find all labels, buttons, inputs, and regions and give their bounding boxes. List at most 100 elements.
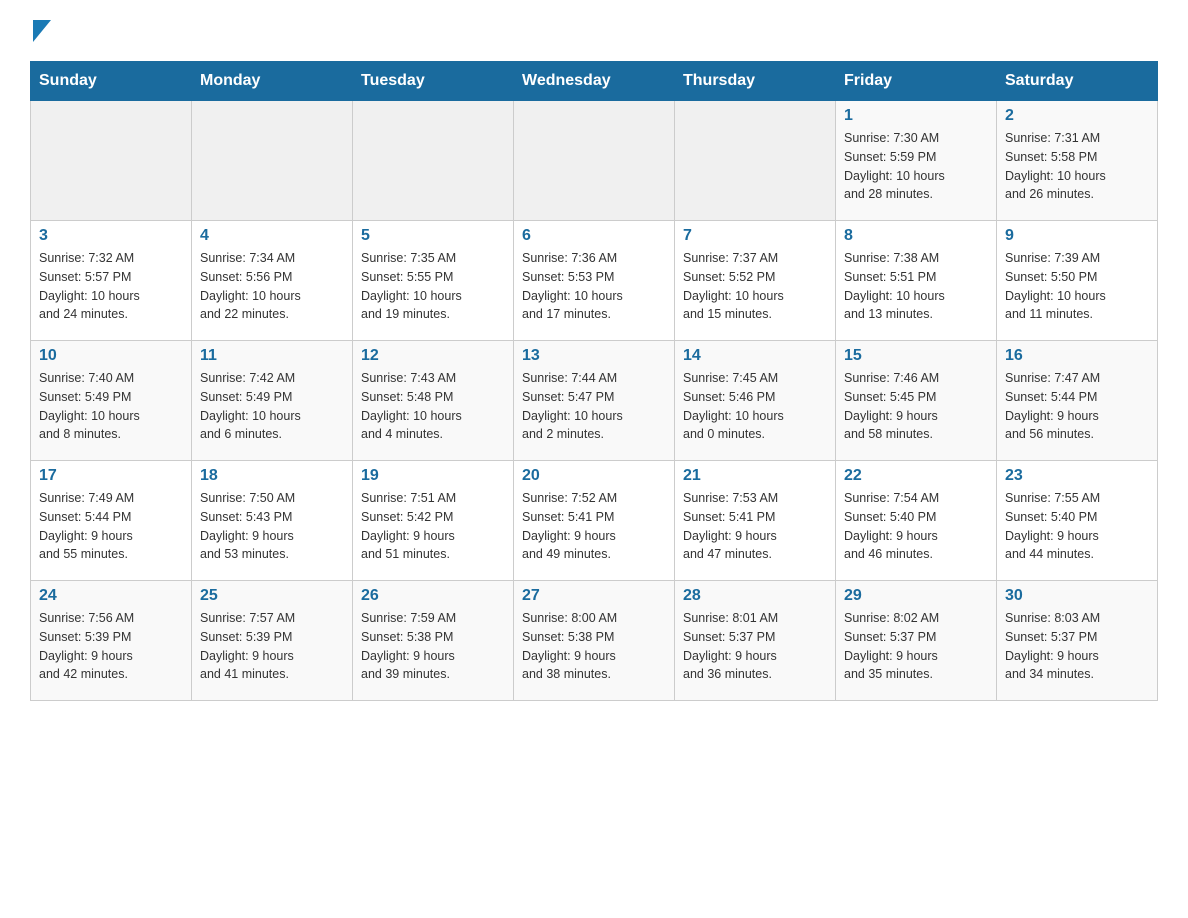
week-row-4: 17 Sunrise: 7:49 AMSunset: 5:44 PMDayligh… <box>31 461 1158 581</box>
calendar-cell: 17 Sunrise: 7:49 AMSunset: 5:44 PMDayligh… <box>31 461 192 581</box>
calendar-cell: 24Sunrise: 7:56 AMSunset: 5:39 PMDayligh… <box>31 581 192 701</box>
day-info: Sunrise: 7:50 AMSunset: 5:43 PMDaylight:… <box>200 489 344 564</box>
calendar-cell <box>192 101 353 221</box>
day-info: Sunrise: 8:02 AMSunset: 5:37 PMDaylight:… <box>844 609 988 684</box>
calendar-cell: 22Sunrise: 7:54 AMSunset: 5:40 PMDayligh… <box>836 461 997 581</box>
day-info: Sunrise: 8:01 AMSunset: 5:37 PMDaylight:… <box>683 609 827 684</box>
calendar-cell: 18 Sunrise: 7:50 AMSunset: 5:43 PMDayligh… <box>192 461 353 581</box>
day-info: Sunrise: 7:59 AMSunset: 5:38 PMDaylight:… <box>361 609 505 684</box>
day-number: 18 <box>200 467 344 485</box>
day-number: 19 <box>361 467 505 485</box>
calendar-cell: 29 Sunrise: 8:02 AMSunset: 5:37 PMDayligh… <box>836 581 997 701</box>
calendar-cell: 8 Sunrise: 7:38 AMSunset: 5:51 PMDaylight… <box>836 221 997 341</box>
day-info: Sunrise: 7:34 AMSunset: 5:56 PMDaylight:… <box>200 249 344 324</box>
day-number: 9 <box>1005 227 1149 245</box>
day-info: Sunrise: 7:37 AMSunset: 5:52 PMDaylight:… <box>683 249 827 324</box>
day-info: Sunrise: 7:53 AMSunset: 5:41 PMDaylight:… <box>683 489 827 564</box>
logo <box>30 20 51 41</box>
day-number: 20 <box>522 467 666 485</box>
day-of-week-wednesday: Wednesday <box>514 62 675 101</box>
calendar-cell: 10 Sunrise: 7:40 AMSunset: 5:49 PMDayligh… <box>31 341 192 461</box>
calendar-body: 1Sunrise: 7:30 AMSunset: 5:59 PMDaylight… <box>31 101 1158 701</box>
calendar-cell <box>675 101 836 221</box>
day-of-week-tuesday: Tuesday <box>353 62 514 101</box>
week-row-2: 3 Sunrise: 7:32 AMSunset: 5:57 PMDaylight… <box>31 221 1158 341</box>
calendar-cell: 21 Sunrise: 7:53 AMSunset: 5:41 PMDayligh… <box>675 461 836 581</box>
day-info: Sunrise: 7:31 AMSunset: 5:58 PMDaylight:… <box>1005 129 1149 204</box>
day-info: Sunrise: 7:44 AMSunset: 5:47 PMDaylight:… <box>522 369 666 444</box>
day-number: 26 <box>361 587 505 605</box>
day-info: Sunrise: 7:52 AMSunset: 5:41 PMDaylight:… <box>522 489 666 564</box>
day-info: Sunrise: 7:43 AMSunset: 5:48 PMDaylight:… <box>361 369 505 444</box>
day-number: 3 <box>39 227 183 245</box>
day-number: 6 <box>522 227 666 245</box>
day-info: Sunrise: 8:00 AMSunset: 5:38 PMDaylight:… <box>522 609 666 684</box>
calendar-cell: 9Sunrise: 7:39 AMSunset: 5:50 PMDaylight… <box>997 221 1158 341</box>
calendar-cell <box>353 101 514 221</box>
calendar-cell: 30 Sunrise: 8:03 AMSunset: 5:37 PMDayligh… <box>997 581 1158 701</box>
week-row-3: 10 Sunrise: 7:40 AMSunset: 5:49 PMDayligh… <box>31 341 1158 461</box>
calendar-cell: 16Sunrise: 7:47 AMSunset: 5:44 PMDayligh… <box>997 341 1158 461</box>
day-number: 15 <box>844 347 988 365</box>
day-info: Sunrise: 7:49 AMSunset: 5:44 PMDaylight:… <box>39 489 183 564</box>
days-of-week-row: SundayMondayTuesdayWednesdayThursdayFrid… <box>31 62 1158 101</box>
calendar-cell <box>31 101 192 221</box>
day-info: Sunrise: 7:54 AMSunset: 5:40 PMDaylight:… <box>844 489 988 564</box>
day-number: 13 <box>522 347 666 365</box>
day-number: 24 <box>39 587 183 605</box>
day-number: 29 <box>844 587 988 605</box>
calendar-cell: 11 Sunrise: 7:42 AMSunset: 5:49 PMDayligh… <box>192 341 353 461</box>
calendar-cell: 25 Sunrise: 7:57 AMSunset: 5:39 PMDayligh… <box>192 581 353 701</box>
day-of-week-friday: Friday <box>836 62 997 101</box>
day-number: 30 <box>1005 587 1149 605</box>
week-row-5: 24Sunrise: 7:56 AMSunset: 5:39 PMDayligh… <box>31 581 1158 701</box>
day-number: 4 <box>200 227 344 245</box>
day-info: Sunrise: 7:51 AMSunset: 5:42 PMDaylight:… <box>361 489 505 564</box>
day-number: 16 <box>1005 347 1149 365</box>
calendar-cell: 1Sunrise: 7:30 AMSunset: 5:59 PMDaylight… <box>836 101 997 221</box>
day-number: 17 <box>39 467 183 485</box>
page-header <box>30 20 1158 41</box>
day-info: Sunrise: 7:32 AMSunset: 5:57 PMDaylight:… <box>39 249 183 324</box>
day-number: 23 <box>1005 467 1149 485</box>
day-info: Sunrise: 7:46 AMSunset: 5:45 PMDaylight:… <box>844 369 988 444</box>
day-info: Sunrise: 7:30 AMSunset: 5:59 PMDaylight:… <box>844 129 988 204</box>
day-number: 27 <box>522 587 666 605</box>
day-of-week-thursday: Thursday <box>675 62 836 101</box>
day-number: 2 <box>1005 107 1149 125</box>
day-info: Sunrise: 7:57 AMSunset: 5:39 PMDaylight:… <box>200 609 344 684</box>
calendar-cell: 4 Sunrise: 7:34 AMSunset: 5:56 PMDaylight… <box>192 221 353 341</box>
calendar-cell: 19 Sunrise: 7:51 AMSunset: 5:42 PMDayligh… <box>353 461 514 581</box>
calendar-cell: 3 Sunrise: 7:32 AMSunset: 5:57 PMDaylight… <box>31 221 192 341</box>
day-number: 5 <box>361 227 505 245</box>
day-of-week-saturday: Saturday <box>997 62 1158 101</box>
day-number: 21 <box>683 467 827 485</box>
day-info: Sunrise: 7:35 AMSunset: 5:55 PMDaylight:… <box>361 249 505 324</box>
day-info: Sunrise: 7:40 AMSunset: 5:49 PMDaylight:… <box>39 369 183 444</box>
calendar-cell <box>514 101 675 221</box>
day-info: Sunrise: 7:42 AMSunset: 5:49 PMDaylight:… <box>200 369 344 444</box>
day-info: Sunrise: 7:38 AMSunset: 5:51 PMDaylight:… <box>844 249 988 324</box>
week-row-1: 1Sunrise: 7:30 AMSunset: 5:59 PMDaylight… <box>31 101 1158 221</box>
day-number: 25 <box>200 587 344 605</box>
day-info: Sunrise: 8:03 AMSunset: 5:37 PMDaylight:… <box>1005 609 1149 684</box>
day-number: 14 <box>683 347 827 365</box>
day-info: Sunrise: 7:45 AMSunset: 5:46 PMDaylight:… <box>683 369 827 444</box>
day-of-week-sunday: Sunday <box>31 62 192 101</box>
day-number: 8 <box>844 227 988 245</box>
day-number: 7 <box>683 227 827 245</box>
calendar-cell: 15 Sunrise: 7:46 AMSunset: 5:45 PMDayligh… <box>836 341 997 461</box>
calendar-cell: 26 Sunrise: 7:59 AMSunset: 5:38 PMDayligh… <box>353 581 514 701</box>
calendar-cell: 5 Sunrise: 7:35 AMSunset: 5:55 PMDaylight… <box>353 221 514 341</box>
day-of-week-monday: Monday <box>192 62 353 101</box>
day-number: 11 <box>200 347 344 365</box>
day-number: 10 <box>39 347 183 365</box>
calendar-cell: 28Sunrise: 8:01 AMSunset: 5:37 PMDayligh… <box>675 581 836 701</box>
calendar-cell: 13 Sunrise: 7:44 AMSunset: 5:47 PMDayligh… <box>514 341 675 461</box>
day-number: 12 <box>361 347 505 365</box>
day-info: Sunrise: 7:55 AMSunset: 5:40 PMDaylight:… <box>1005 489 1149 564</box>
calendar-cell: 6 Sunrise: 7:36 AMSunset: 5:53 PMDaylight… <box>514 221 675 341</box>
calendar-cell: 7 Sunrise: 7:37 AMSunset: 5:52 PMDaylight… <box>675 221 836 341</box>
calendar-cell: 23 Sunrise: 7:55 AMSunset: 5:40 PMDayligh… <box>997 461 1158 581</box>
day-info: Sunrise: 7:36 AMSunset: 5:53 PMDaylight:… <box>522 249 666 324</box>
